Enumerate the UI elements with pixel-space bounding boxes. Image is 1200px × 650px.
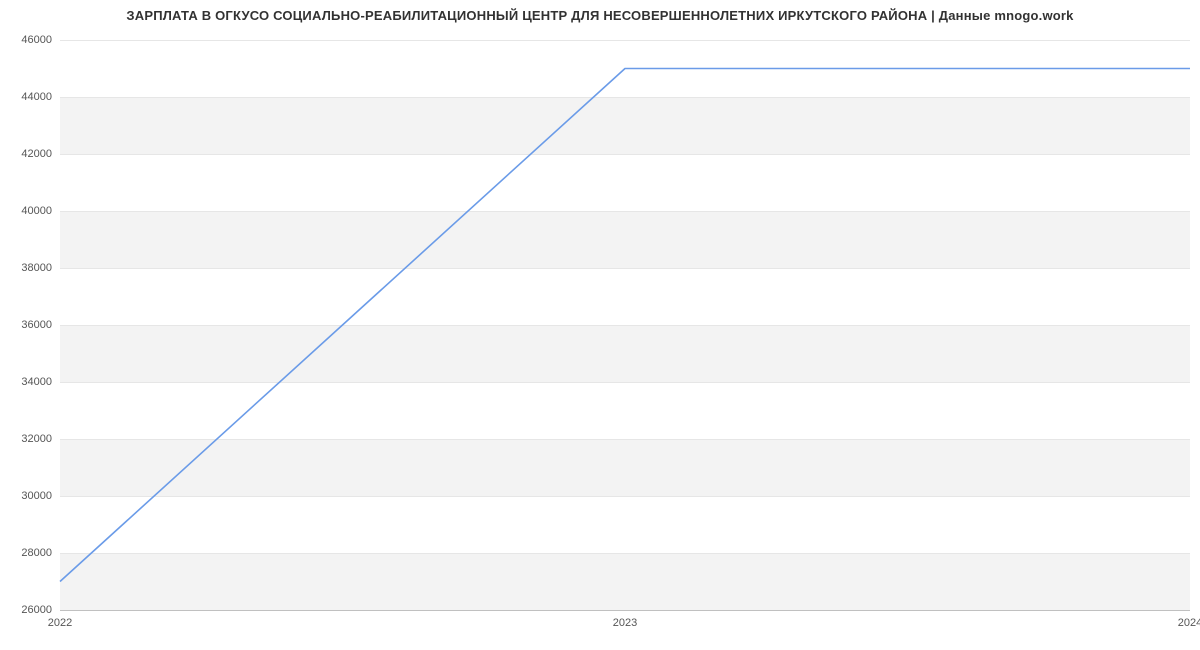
- chart-container: ЗАРПЛАТА В ОГКУСО СОЦИАЛЬНО-РЕАБИЛИТАЦИО…: [0, 0, 1200, 650]
- y-tick-label: 36000: [0, 319, 52, 331]
- y-tick-label: 44000: [0, 91, 52, 103]
- y-tick-label: 26000: [0, 604, 52, 616]
- y-tick-label: 38000: [0, 262, 52, 274]
- x-tick-label: 2023: [613, 617, 637, 629]
- y-tick-label: 28000: [0, 547, 52, 559]
- plot-area: [60, 40, 1190, 610]
- y-tick-label: 46000: [0, 34, 52, 46]
- x-tick-label: 2024: [1178, 617, 1200, 629]
- line-series-svg: [60, 40, 1190, 610]
- y-tick-label: 32000: [0, 433, 52, 445]
- chart-title: ЗАРПЛАТА В ОГКУСО СОЦИАЛЬНО-РЕАБИЛИТАЦИО…: [0, 8, 1200, 23]
- y-tick-label: 34000: [0, 376, 52, 388]
- series-line: [60, 69, 1190, 582]
- y-tick-label: 30000: [0, 490, 52, 502]
- y-tick-label: 42000: [0, 148, 52, 160]
- x-tick-label: 2022: [48, 617, 72, 629]
- y-tick-label: 40000: [0, 205, 52, 217]
- x-axis-line: [60, 610, 1190, 611]
